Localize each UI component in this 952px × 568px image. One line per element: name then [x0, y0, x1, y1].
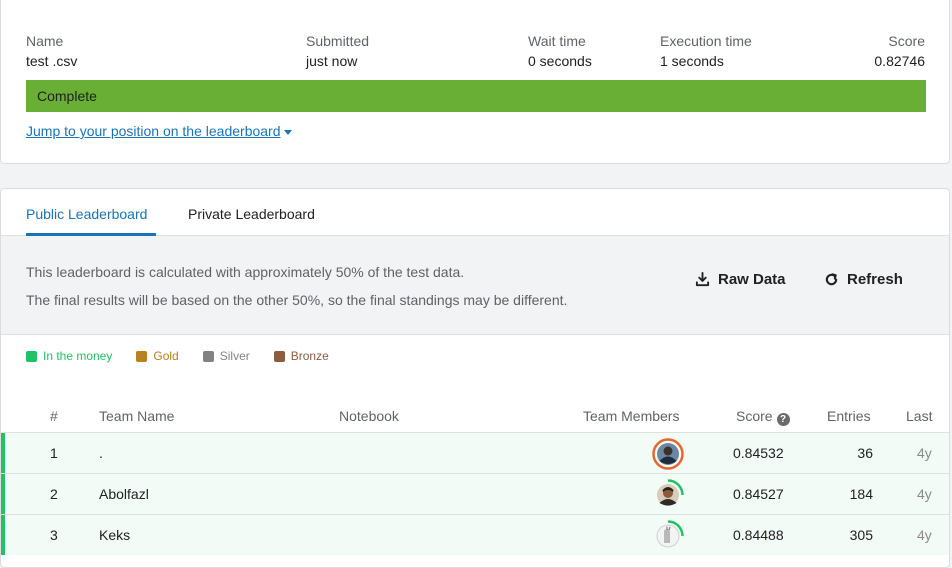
leaderboard-card: Public Leaderboard Private Leaderboard T… [0, 188, 950, 568]
legend-swatch [136, 350, 148, 362]
info-line-2: The final results will be based on the o… [26, 292, 568, 308]
row-last: 4y [917, 527, 932, 543]
row-rank: 2 [50, 486, 58, 502]
jump-to-position-link[interactable]: Jump to your position on the leaderboard [26, 123, 292, 139]
raw-data-label: Raw Data [718, 271, 786, 288]
download-icon [695, 272, 710, 287]
submission-file-name: test .csv [26, 53, 78, 69]
tab-public-leaderboard[interactable]: Public Leaderboard [26, 206, 147, 222]
table-row[interactable]: 1 . 0.84532 36 4y [1, 432, 949, 473]
row-team-name[interactable]: Keks [99, 527, 130, 543]
in-the-money-marker [1, 515, 5, 555]
legend-gold: Gold [136, 349, 179, 363]
in-the-money-marker [1, 433, 5, 473]
legend-in-the-money: In the money [26, 349, 112, 363]
column-team-members: Team Members [583, 408, 680, 424]
row-rank: 3 [50, 527, 58, 543]
row-entries: 184 [849, 486, 873, 502]
table-row[interactable]: 2 Abolfazl 0.84527 184 4y [1, 473, 949, 514]
legend-silver: Silver [202, 349, 250, 363]
header-submitted: Submitted [306, 33, 370, 49]
legend-swatch [202, 350, 214, 362]
jump-link-label: Jump to your position on the leaderboard [26, 123, 281, 139]
legend-label: Bronze [290, 349, 329, 363]
legend-label: In the money [43, 349, 113, 363]
header-name: Name [26, 33, 64, 49]
team-member-avatar[interactable] [652, 479, 684, 511]
row-last: 4y [917, 486, 932, 502]
row-last: 4y [917, 445, 932, 461]
column-score-label: Score [736, 408, 773, 424]
status-bar: Complete [26, 80, 926, 112]
caret-down-icon [283, 129, 292, 135]
column-last[interactable]: Last [906, 408, 932, 424]
row-team-name[interactable]: . [99, 445, 103, 461]
column-rank: # [50, 408, 58, 424]
submission-execution-time: 1 seconds [660, 53, 724, 69]
row-entries: 305 [849, 527, 873, 543]
row-entries: 36 [857, 445, 873, 461]
column-score[interactable]: Score? [736, 408, 790, 426]
legend-swatch [273, 350, 285, 362]
row-team-name[interactable]: Abolfazl [99, 486, 149, 502]
refresh-label: Refresh [847, 271, 903, 288]
tab-private-leaderboard[interactable]: Private Leaderboard [188, 206, 315, 222]
legend-swatch [26, 350, 37, 362]
submission-card: Name Submitted Wait time Execution time … [0, 0, 950, 164]
row-score: 0.84527 [733, 486, 784, 502]
table-row[interactable]: 3 Keks 0.84488 305 4y [1, 514, 949, 555]
help-icon[interactable]: ? [776, 413, 790, 426]
legend-bronze: Bronze [273, 349, 329, 363]
leaderboard-info-panel: This leaderboard is calculated with appr… [1, 236, 949, 335]
submission-time: just now [306, 53, 358, 69]
legend-label: Silver [219, 349, 250, 363]
raw-data-button[interactable]: Raw Data [695, 271, 786, 288]
leaderboard-tabs: Public Leaderboard Private Leaderboard [1, 189, 949, 236]
medal-legend: In the money Gold Silver Bronze [26, 349, 353, 363]
submission-score: 0.82746 [874, 53, 925, 69]
refresh-button[interactable]: Refresh [824, 271, 903, 288]
team-member-avatar[interactable] [652, 520, 684, 552]
column-entries[interactable]: Entries [827, 408, 871, 424]
row-rank: 1 [50, 445, 58, 461]
column-notebook: Notebook [339, 408, 399, 424]
in-the-money-marker [1, 474, 5, 514]
info-line-1: This leaderboard is calculated with appr… [26, 264, 465, 280]
legend-label: Gold [153, 349, 179, 363]
header-execution-time: Execution time [660, 33, 752, 49]
row-score: 0.84532 [733, 445, 784, 461]
refresh-icon [825, 273, 838, 286]
header-wait-time: Wait time [528, 33, 586, 49]
header-score: Score [888, 33, 925, 49]
row-score: 0.84488 [733, 527, 784, 543]
submission-wait-time: 0 seconds [528, 53, 592, 69]
team-member-avatar[interactable] [652, 438, 684, 470]
column-team-name[interactable]: Team Name [99, 408, 174, 424]
